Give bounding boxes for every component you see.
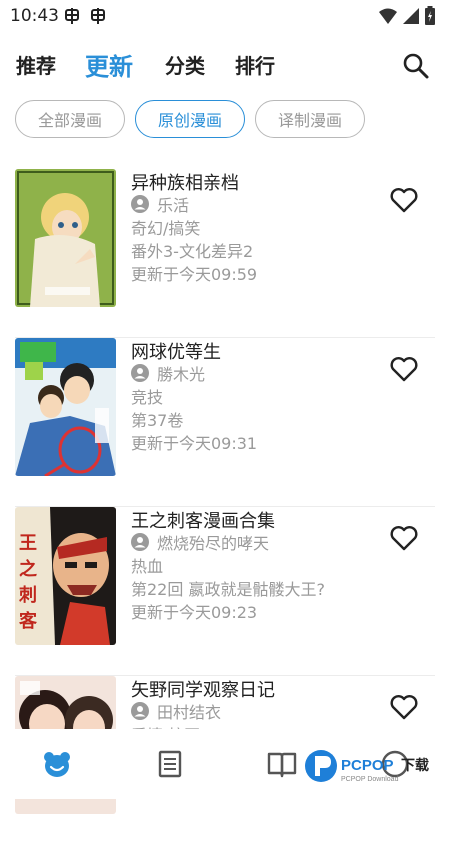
comic-updated-time: 更新于今天09:59 [131,265,258,284]
svg-text:PCPOP: PCPOP [341,757,394,774]
comic-genre: 奇幻/搞笑 [131,219,201,238]
list-item[interactable]: 网球优等生 勝木光 竞技 第37卷 更新于今天09:31 [0,338,450,507]
author-avatar-icon [131,533,149,551]
comic-genre: 热血 [131,557,164,576]
author-avatar-icon [131,702,149,720]
author-name: 燃烧殆尽的哮天 [157,534,270,553]
comic-latest-chapter: 番外3-文化差异2 [131,242,254,261]
author-name: 田村结衣 [157,703,222,722]
comic-genre: 竞技 [131,388,164,407]
chip-translated-comics[interactable]: 译制漫画 [255,100,365,138]
tab-update[interactable]: 更新 [85,47,133,82]
author-name: 乐活 [157,196,190,215]
status-time: 10:43 [10,6,59,26]
comic-cover[interactable] [15,169,116,307]
tab-ranking[interactable]: 排行 [235,50,275,79]
author-name: 勝木光 [157,365,206,384]
top-navigation: 推荐 更新 分类 排行 [0,44,450,88]
comic-author: 田村结衣 [131,699,221,723]
favorite-heart-icon[interactable] [390,187,418,213]
status-bar: 10:43 [0,0,450,32]
chip-all-comics[interactable]: 全部漫画 [15,100,125,138]
home-bear-icon[interactable] [42,749,72,779]
tab-recommend[interactable]: 推荐 [16,50,56,79]
favorite-heart-icon[interactable] [390,356,418,382]
battery-icon [424,6,436,30]
book-icon[interactable] [267,749,297,779]
search-icon[interactable] [402,52,430,80]
chip-original-comics[interactable]: 原创漫画 [135,100,245,138]
tab-category[interactable]: 分类 [165,50,205,79]
svg-text:下载: 下载 [401,757,429,774]
signal-icon [402,7,420,29]
author-avatar-icon [131,195,149,213]
wifi-icon [378,7,398,29]
comic-latest-chapter: 第22回 嬴政就是骷髅大王? [131,580,325,599]
news-icon[interactable] [155,749,185,779]
list-item[interactable]: 王之刺客 王之刺客漫画合集 燃烧殆尽的哮天 热血 第22回 嬴政就是骷髅大王? … [0,507,450,676]
comic-updated-time: 更新于今天09:23 [131,603,258,622]
author-avatar-icon [131,364,149,382]
comic-author: 勝木光 [131,361,205,385]
comic-author: 乐活 [131,192,189,216]
list-item[interactable]: 异种族相亲档 乐活 奇幻/搞笑 番外3-文化差异2 更新于今天09:59 [0,169,450,338]
favorite-heart-icon[interactable] [390,694,418,720]
comic-author: 燃烧殆尽的哮天 [131,530,269,554]
comic-updated-time: 更新于今天09:31 [131,434,258,453]
bug-icon [62,6,82,31]
pcpop-watermark-logo: PCPOP 下载 PCPOP Download [303,746,445,786]
svg-text:PCPOP Download: PCPOP Download [341,776,399,783]
cover-title-calligraphy: 王之刺客 [19,533,37,632]
comic-latest-chapter: 第37卷 [131,411,184,430]
bug-icon [88,6,108,31]
comic-cover[interactable]: 王之刺客 [15,507,116,645]
comic-cover[interactable] [15,338,116,476]
filter-chips: 全部漫画 原创漫画 译制漫画 [0,100,450,140]
favorite-heart-icon[interactable] [390,525,418,551]
